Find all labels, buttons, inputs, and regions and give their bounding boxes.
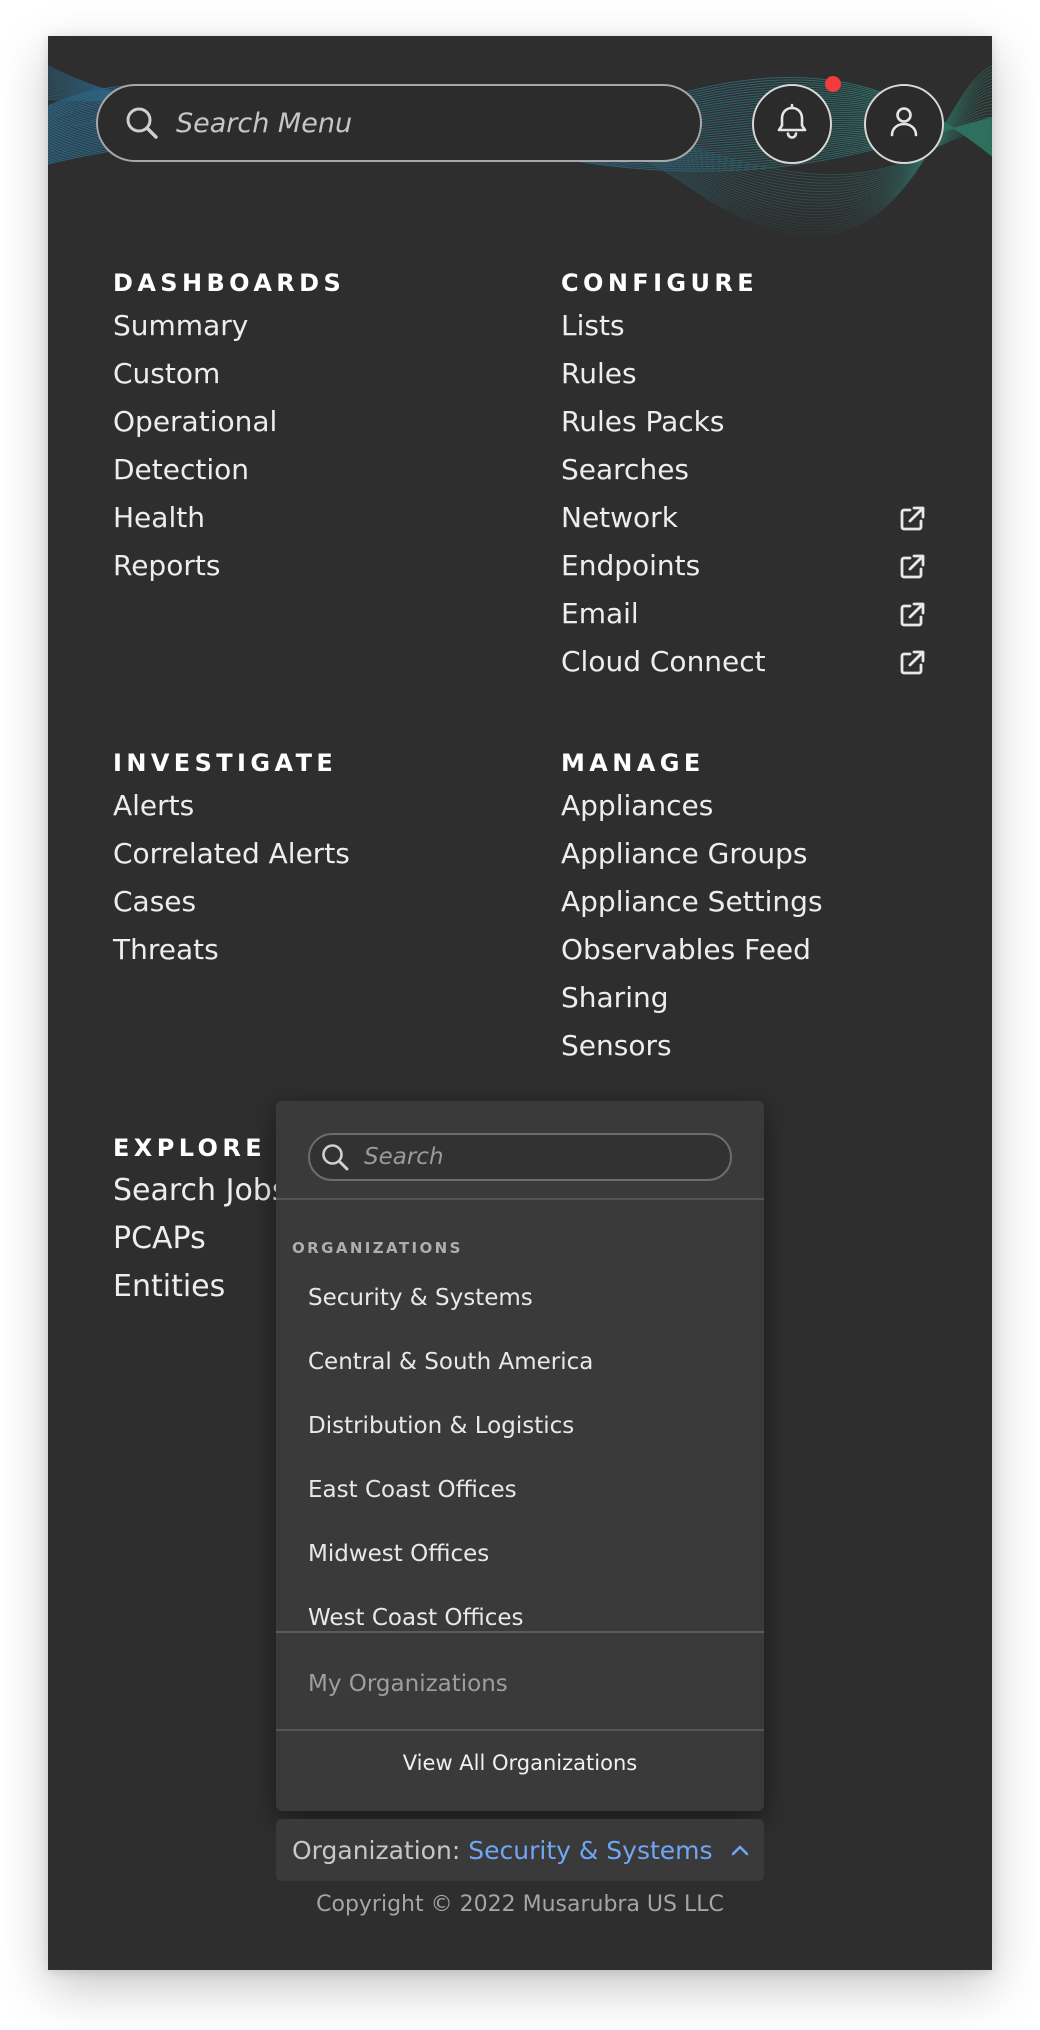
- investigate-section: INVESTIGATE Alerts Correlated Alerts Cas…: [113, 744, 350, 974]
- nav-link-searches[interactable]: Searches: [561, 446, 941, 494]
- nav-link-health[interactable]: Health: [113, 494, 345, 542]
- nav-link-alerts[interactable]: Alerts: [113, 782, 350, 830]
- nav-link-email-label: Email: [561, 597, 639, 630]
- notifications-button[interactable]: [752, 84, 832, 164]
- nav-link-summary[interactable]: Summary: [113, 302, 345, 350]
- organization-selector-value: Security & Systems: [468, 1835, 713, 1865]
- divider: [276, 1631, 764, 1633]
- nav-link-rules[interactable]: Rules: [561, 350, 941, 398]
- explore-heading: EXPLORE: [113, 1134, 267, 1162]
- notification-dot: [825, 76, 841, 92]
- nav-link-endpoints[interactable]: Endpoints: [561, 542, 941, 590]
- organization-option-central-south-america[interactable]: Central & South America: [276, 1330, 764, 1394]
- manage-section: MANAGE Appliances Appliance Groups Appli…: [561, 744, 823, 1070]
- organizations-heading: ORGANIZATIONS: [292, 1239, 463, 1257]
- dashboards-section: DASHBOARDS Summary Custom Operational De…: [113, 264, 345, 590]
- my-organizations-link[interactable]: My Organizations: [308, 1671, 508, 1697]
- nav-link-entities[interactable]: Entities: [113, 1263, 287, 1311]
- organization-option-midwest-offices[interactable]: Midwest Offices: [276, 1522, 764, 1586]
- divider: [276, 1729, 764, 1731]
- nav-link-rules-packs[interactable]: Rules Packs: [561, 398, 941, 446]
- search-icon: [318, 1140, 352, 1174]
- organization-option-security-systems[interactable]: Security & Systems: [276, 1266, 764, 1330]
- organization-option-west-coast-offices[interactable]: West Coast Offices: [276, 1586, 764, 1650]
- manage-heading: MANAGE: [561, 749, 705, 777]
- nav-link-observables-feed[interactable]: Observables Feed: [561, 926, 823, 974]
- nav-link-cases[interactable]: Cases: [113, 878, 350, 926]
- organization-search-field[interactable]: [308, 1133, 732, 1181]
- investigate-heading: INVESTIGATE: [113, 749, 338, 777]
- organization-selector-label: Organization:: [292, 1835, 461, 1865]
- divider: [276, 1198, 764, 1200]
- nav-link-operational[interactable]: Operational: [113, 398, 345, 446]
- organization-list: Security & Systems Central & South Ameri…: [276, 1266, 764, 1650]
- search-menu-input[interactable]: [176, 93, 700, 153]
- organization-option-east-coast-offices[interactable]: East Coast Offices: [276, 1458, 764, 1522]
- nav-link-cloud-connect[interactable]: Cloud Connect: [561, 638, 941, 686]
- nav-link-pcaps[interactable]: PCAPs: [113, 1215, 287, 1263]
- copyright-text: Copyright © 2022 Musarubra US LLC: [316, 1892, 724, 1917]
- account-button[interactable]: [864, 84, 944, 164]
- nav-link-sensors[interactable]: Sensors: [561, 1022, 823, 1070]
- nav-link-reports[interactable]: Reports: [113, 542, 345, 590]
- external-link-icon: [900, 554, 925, 579]
- nav-link-appliances[interactable]: Appliances: [561, 782, 823, 830]
- nav-link-cloud-connect-label: Cloud Connect: [561, 645, 766, 678]
- view-all-organizations-button[interactable]: View All Organizations: [276, 1751, 764, 1775]
- nav-link-search-jobs[interactable]: Search Jobs: [113, 1167, 287, 1215]
- nav-link-correlated-alerts[interactable]: Correlated Alerts: [113, 830, 350, 878]
- external-link-icon: [900, 506, 925, 531]
- nav-link-appliance-settings[interactable]: Appliance Settings: [561, 878, 823, 926]
- user-icon: [884, 102, 924, 146]
- external-link-icon: [900, 602, 925, 627]
- organization-option-distribution-logistics[interactable]: Distribution & Logistics: [276, 1394, 764, 1458]
- chevron-up-icon: [731, 1844, 749, 1856]
- nav-link-appliance-groups[interactable]: Appliance Groups: [561, 830, 823, 878]
- nav-link-threats[interactable]: Threats: [113, 926, 350, 974]
- nav-link-custom[interactable]: Custom: [113, 350, 345, 398]
- nav-link-endpoints-label: Endpoints: [561, 549, 701, 582]
- bell-icon: [772, 102, 812, 146]
- search-icon: [122, 103, 162, 143]
- organization-dropdown-menu: ORGANIZATIONS Security & Systems Central…: [276, 1101, 764, 1811]
- navigation-menu-panel: DASHBOARDS Summary Custom Operational De…: [48, 36, 992, 1970]
- organization-selector-button[interactable]: Organization: Security & Systems: [276, 1819, 764, 1881]
- nav-link-email[interactable]: Email: [561, 590, 941, 638]
- nav-link-sharing[interactable]: Sharing: [561, 974, 823, 1022]
- nav-link-network[interactable]: Network: [561, 494, 941, 542]
- nav-link-network-label: Network: [561, 501, 678, 534]
- nav-link-detection[interactable]: Detection: [113, 446, 345, 494]
- configure-heading: CONFIGURE: [561, 269, 759, 297]
- configure-section: CONFIGURE Lists Rules Rules Packs Search…: [561, 264, 941, 686]
- external-link-icon: [900, 650, 925, 675]
- explore-section: EXPLORE Search Jobs PCAPs Entities: [113, 1129, 287, 1311]
- nav-link-lists[interactable]: Lists: [561, 302, 941, 350]
- organization-search-input[interactable]: [364, 1137, 730, 1177]
- search-menu-field[interactable]: [96, 84, 702, 162]
- dashboards-heading: DASHBOARDS: [113, 269, 346, 297]
